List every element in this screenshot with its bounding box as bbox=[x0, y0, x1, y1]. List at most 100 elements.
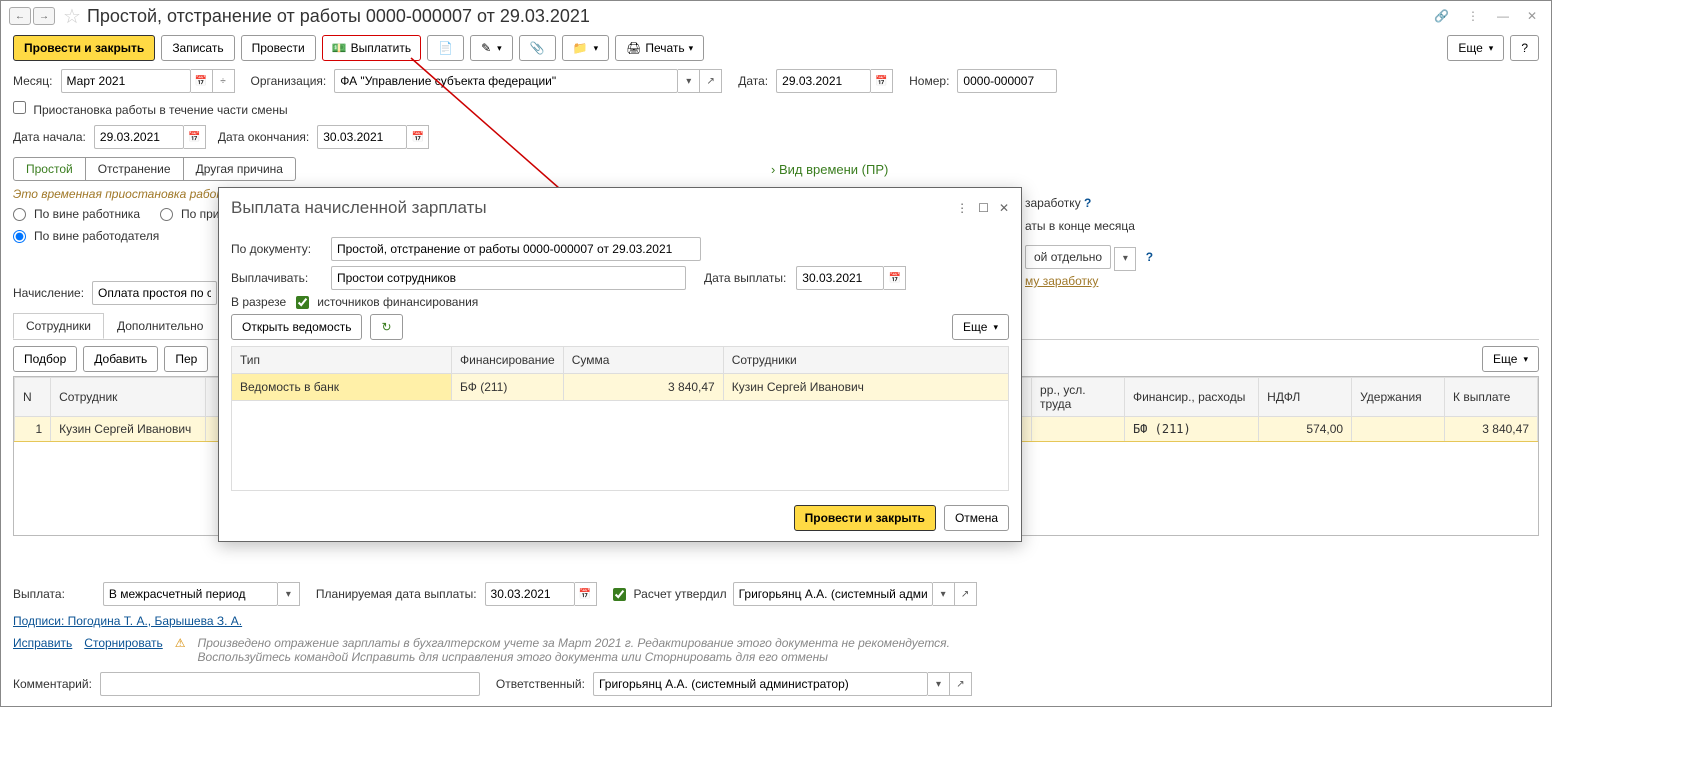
kebab-icon[interactable]: ⋮ bbox=[1461, 7, 1485, 25]
plan-date-input[interactable] bbox=[485, 582, 575, 606]
drop-icon[interactable]: ▾ bbox=[278, 582, 300, 606]
link-icon[interactable]: 🔗 bbox=[1428, 7, 1455, 25]
post-close-button[interactable]: Провести и закрыть bbox=[13, 35, 155, 61]
side-link[interactable]: му заработку bbox=[1025, 274, 1098, 288]
minimize-icon[interactable]: — bbox=[1491, 7, 1515, 25]
sheet-icon-button[interactable]: 📄 bbox=[427, 35, 464, 61]
attach-icon-button[interactable]: 📎 bbox=[519, 35, 556, 61]
dlg-split-checkbox[interactable]: источников финансирования bbox=[296, 295, 478, 309]
refresh-button[interactable]: ↻ bbox=[370, 314, 402, 340]
close-icon[interactable]: ✕ bbox=[999, 201, 1009, 215]
dcol-sum: Сумма bbox=[563, 347, 723, 374]
dcol-type: Тип bbox=[232, 347, 452, 374]
accrual-input[interactable] bbox=[92, 281, 217, 305]
tab-extra[interactable]: Дополнительно bbox=[104, 313, 216, 339]
cal-icon[interactable]: 📅 bbox=[184, 125, 206, 149]
save-button[interactable]: Записать bbox=[161, 35, 234, 61]
col-corr: рр., усл. труда bbox=[1032, 378, 1125, 417]
dlg-doc-input[interactable] bbox=[331, 237, 701, 261]
tab-employees[interactable]: Сотрудники bbox=[13, 313, 104, 339]
print-button[interactable]: 🖨 Печать ▾ bbox=[615, 35, 704, 61]
maximize-icon[interactable]: ☐ bbox=[978, 201, 989, 215]
side-text-2: аты в конце месяца bbox=[1025, 219, 1135, 233]
dlg-pay-input[interactable] bbox=[331, 266, 686, 290]
signatures-link[interactable]: Подписи: Погодина Т. А., Барышева З. А. bbox=[13, 614, 242, 628]
suspend-checkbox[interactable]: Приостановка работы в течение части смен… bbox=[13, 101, 288, 117]
cal-icon[interactable]: 📅 bbox=[871, 69, 893, 93]
drop-icon[interactable]: ▾ bbox=[678, 69, 700, 93]
post-button[interactable]: Провести bbox=[241, 35, 316, 61]
toggle-other[interactable]: Другая причина bbox=[184, 157, 296, 181]
printer-icon: 🖨 bbox=[626, 41, 641, 55]
comment-input[interactable] bbox=[100, 672, 480, 696]
spinner-icon[interactable]: ÷ bbox=[213, 69, 235, 93]
num-input[interactable] bbox=[957, 69, 1057, 93]
time-type-link[interactable]: Вид времени (ПР) bbox=[771, 162, 888, 177]
open-icon[interactable]: ↗ bbox=[950, 672, 972, 696]
open-sheet-button[interactable]: Открыть ведомость bbox=[231, 314, 362, 340]
dlg-cancel-button[interactable]: Отмена bbox=[944, 505, 1009, 531]
calc-approved-checkbox[interactable]: Расчет утвердил bbox=[613, 587, 727, 601]
page-title: Простой, отстранение от работы 0000-0000… bbox=[87, 6, 590, 27]
nav-fwd[interactable]: → bbox=[33, 7, 55, 25]
accrual-label: Начисление: bbox=[13, 286, 84, 300]
table-more-button[interactable]: Еще bbox=[1482, 346, 1539, 372]
date-label: Дата: bbox=[738, 74, 768, 88]
date-input[interactable] bbox=[776, 69, 871, 93]
dialog-table: Тип Финансирование Сумма Сотрудники Ведо… bbox=[231, 346, 1009, 491]
help-button[interactable]: ? bbox=[1510, 35, 1539, 61]
start-date-input[interactable] bbox=[94, 125, 184, 149]
payout-input[interactable] bbox=[103, 582, 278, 606]
cal-icon[interactable]: 📅 bbox=[884, 266, 906, 290]
warn-text-2: Воспользуйтесь командой Исправить для ис… bbox=[198, 650, 950, 664]
col-n: N bbox=[15, 378, 51, 417]
payout-label: Выплата: bbox=[13, 587, 65, 601]
storno-link[interactable]: Сторнировать bbox=[84, 636, 162, 650]
org-input[interactable] bbox=[334, 69, 678, 93]
col-topay: К выплате bbox=[1445, 378, 1538, 417]
pay-button[interactable]: 💵 Выплатить bbox=[322, 35, 421, 61]
open-icon[interactable]: ↗ bbox=[700, 69, 722, 93]
dlg-split-label: В разрезе bbox=[231, 295, 286, 309]
toggle-removal[interactable]: Отстранение bbox=[86, 157, 184, 181]
drop-icon[interactable]: ▾ bbox=[933, 582, 955, 606]
num-label: Номер: bbox=[909, 74, 949, 88]
payout-dialog: Выплата начисленной зарплаты ⋮ ☐ ✕ По до… bbox=[218, 187, 1022, 542]
month-input[interactable] bbox=[61, 69, 191, 93]
nav-back[interactable]: ← bbox=[9, 7, 31, 25]
kebab-icon[interactable]: ⋮ bbox=[956, 201, 968, 215]
dlg-more-button[interactable]: Еще bbox=[952, 314, 1009, 340]
approver-input[interactable] bbox=[733, 582, 933, 606]
select-button[interactable]: Подбор bbox=[13, 346, 77, 372]
help-icon[interactable]: ? bbox=[1146, 250, 1153, 264]
radio-employer[interactable]: По вине работодателя bbox=[13, 229, 159, 243]
per-button[interactable]: Пер bbox=[164, 346, 208, 372]
more-button[interactable]: Еще bbox=[1447, 35, 1504, 61]
col-ndfl: НДФЛ bbox=[1259, 378, 1352, 417]
cal-icon[interactable]: 📅 bbox=[407, 125, 429, 149]
folder-icon-button[interactable]: 📁 bbox=[562, 35, 609, 61]
radio-worker[interactable]: По вине работника bbox=[13, 207, 140, 221]
dcol-fin: Финансирование bbox=[452, 347, 564, 374]
add-button[interactable]: Добавить bbox=[83, 346, 158, 372]
end-date-input[interactable] bbox=[317, 125, 407, 149]
drop-icon[interactable]: ▾ bbox=[928, 672, 950, 696]
table-row[interactable]: Ведомость в банк БФ (211) 3 840,47 Кузин… bbox=[232, 374, 1009, 401]
fix-link[interactable]: Исправить bbox=[13, 636, 72, 650]
dlg-post-close-button[interactable]: Провести и закрыть bbox=[794, 505, 936, 531]
pen-icon-button[interactable]: ✎ bbox=[470, 35, 513, 61]
close-icon[interactable]: ✕ bbox=[1521, 7, 1543, 25]
resp-input[interactable] bbox=[593, 672, 928, 696]
dlg-paydate-input[interactable] bbox=[796, 266, 884, 290]
col-hold: Удержания bbox=[1352, 378, 1445, 417]
radio-pri[interactable]: По при bbox=[160, 207, 220, 221]
side-text-1: заработку ? bbox=[1025, 196, 1091, 210]
cal-icon[interactable]: 📅 bbox=[191, 69, 213, 93]
dlg-paydate-label: Дата выплаты: bbox=[704, 271, 786, 285]
toggle-idle[interactable]: Простой bbox=[13, 157, 86, 181]
star-icon[interactable]: ☆ bbox=[63, 4, 81, 29]
cal-icon[interactable]: 📅 bbox=[575, 582, 597, 606]
open-icon[interactable]: ↗ bbox=[955, 582, 977, 606]
col-emp: Сотрудник bbox=[51, 378, 206, 417]
help-icon[interactable]: ? bbox=[1084, 196, 1091, 210]
